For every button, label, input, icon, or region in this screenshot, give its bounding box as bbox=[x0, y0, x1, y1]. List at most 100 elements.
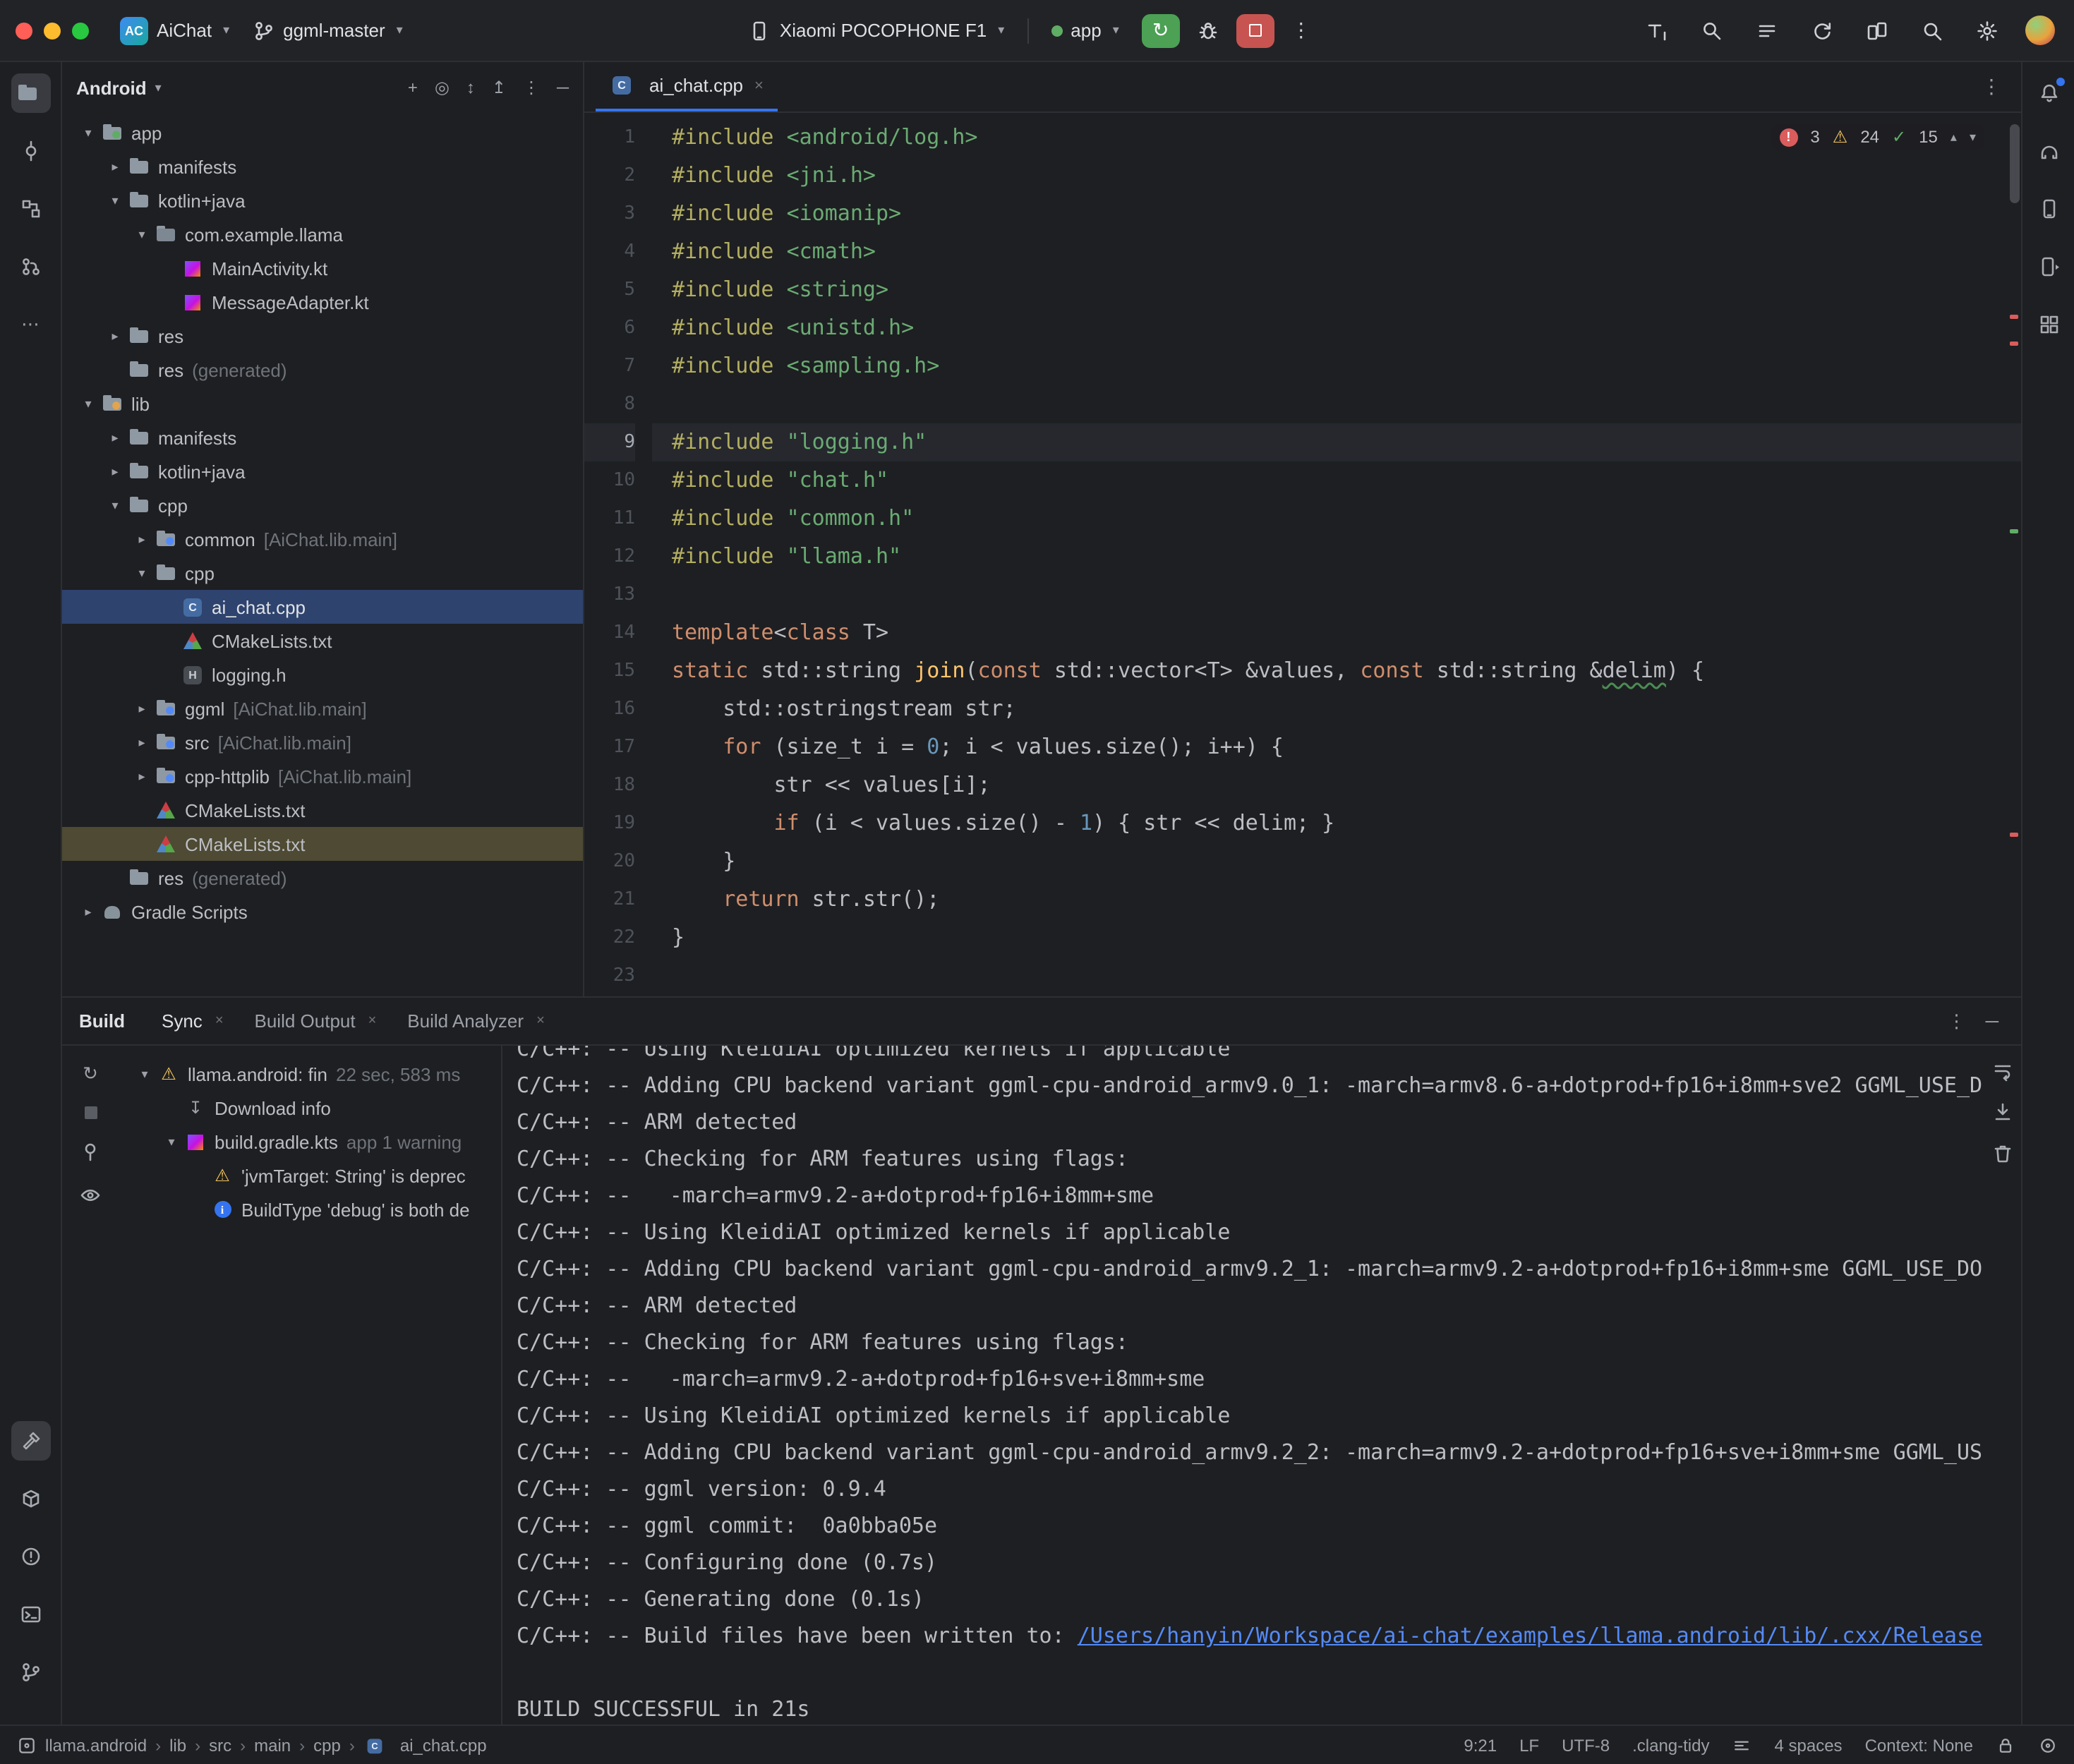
tree-item[interactable]: ▸cpp-httplib[AiChat.lib.main] bbox=[62, 759, 583, 793]
run-configuration-selector[interactable]: app ▾ bbox=[1039, 9, 1130, 52]
line-number[interactable]: 6 bbox=[584, 309, 635, 347]
tree-item[interactable]: ▾app bbox=[62, 116, 583, 150]
breadcrumb-item[interactable]: src bbox=[209, 1735, 231, 1755]
tree-item[interactable]: ▾kotlin+java bbox=[62, 183, 583, 217]
line-number[interactable]: 15 bbox=[584, 652, 635, 690]
more-actions-icon[interactable]: ⋮ bbox=[1286, 18, 1317, 42]
chevron-down-icon[interactable]: ▾ bbox=[76, 396, 100, 411]
structure-tool-button[interactable] bbox=[11, 189, 50, 229]
code-line[interactable]: #include <sampling.h> bbox=[652, 347, 2021, 385]
build-output-link[interactable]: /Users/hanyin/Workspace/ai-chat/examples… bbox=[1078, 1623, 1982, 1648]
add-icon[interactable]: + bbox=[408, 78, 418, 97]
search-everywhere-button[interactable] bbox=[1915, 13, 1949, 47]
gradle-sync-button[interactable] bbox=[1805, 13, 1839, 47]
locate-file-icon[interactable]: ◎ bbox=[435, 78, 450, 97]
rerun-icon[interactable]: ↻ bbox=[83, 1063, 98, 1085]
stop-button[interactable] bbox=[1236, 13, 1274, 47]
chevron-right-icon[interactable]: ▸ bbox=[103, 464, 127, 479]
settings-button[interactable] bbox=[1970, 13, 2004, 47]
error-stripe-mark[interactable] bbox=[2010, 315, 2018, 319]
previous-issue-icon[interactable]: ▴ bbox=[1951, 129, 1957, 145]
line-number[interactable]: 21 bbox=[584, 881, 635, 919]
line-number[interactable]: 9 bbox=[584, 423, 635, 461]
code-line[interactable]: for (size_t i = 0; i < values.size(); i+… bbox=[652, 728, 2021, 766]
code-line[interactable]: #include "llama.h" bbox=[652, 538, 2021, 576]
chevron-down-icon[interactable]: ▾ bbox=[130, 226, 154, 242]
panel-options-icon[interactable]: ⋮ bbox=[523, 78, 540, 97]
build-tool-button[interactable] bbox=[11, 1421, 50, 1461]
code-line[interactable]: #include "logging.h" bbox=[652, 423, 2021, 461]
tree-item[interactable]: MainActivity.kt bbox=[62, 251, 583, 285]
more-tools-button[interactable]: ⋯ bbox=[11, 305, 50, 344]
encoding-widget[interactable]: UTF-8 bbox=[1562, 1735, 1610, 1755]
project-view-selector[interactable]: Android ▾ bbox=[76, 77, 162, 98]
tree-item[interactable]: res(generated) bbox=[62, 353, 583, 387]
tree-item[interactable]: ▸ggml[AiChat.lib.main] bbox=[62, 691, 583, 725]
code-line[interactable]: #include <iomanip> bbox=[652, 195, 2021, 233]
problems-tool-button[interactable] bbox=[11, 1537, 50, 1576]
tree-item[interactable]: CMakeLists.txt bbox=[62, 827, 583, 861]
build-options-icon[interactable]: ⋮ bbox=[1948, 1010, 1966, 1032]
line-number[interactable]: 19 bbox=[584, 804, 635, 842]
line-number[interactable]: 11 bbox=[584, 500, 635, 538]
device-manager-button[interactable] bbox=[2029, 189, 2068, 229]
tree-item[interactable]: ▸Gradle Scripts bbox=[62, 895, 583, 929]
line-number[interactable]: 17 bbox=[584, 728, 635, 766]
code-line[interactable] bbox=[652, 957, 2021, 995]
expand-all-icon[interactable]: ↕ bbox=[466, 78, 475, 97]
indent-widget[interactable]: 4 spaces bbox=[1775, 1735, 1843, 1755]
tree-item[interactable]: ↧Download info bbox=[119, 1091, 501, 1125]
ui-check-button[interactable] bbox=[1695, 13, 1729, 47]
hide-build-panel-icon[interactable]: ─ bbox=[1986, 1010, 1998, 1032]
close-window-button[interactable] bbox=[16, 22, 32, 39]
error-stripe-mark[interactable] bbox=[2010, 833, 2018, 837]
chevron-right-icon[interactable]: ▸ bbox=[130, 701, 154, 716]
pair-devices-button[interactable] bbox=[1860, 13, 1894, 47]
tree-item[interactable]: logging.h bbox=[62, 658, 583, 691]
editor-scrollbar[interactable] bbox=[2010, 124, 2020, 203]
tab-ai-chat-cpp[interactable]: ai_chat.cpp × bbox=[596, 62, 778, 111]
pin-icon[interactable] bbox=[79, 1140, 102, 1163]
commit-tool-button[interactable] bbox=[11, 131, 50, 171]
compose-preview-button[interactable] bbox=[1640, 13, 1674, 47]
caret-position[interactable]: 9:21 bbox=[1464, 1735, 1497, 1755]
tree-item[interactable]: ▾lib bbox=[62, 387, 583, 421]
pull-requests-tool-button[interactable] bbox=[11, 247, 50, 286]
clang-tidy-widget[interactable]: .clang-tidy bbox=[1632, 1735, 1709, 1755]
close-tab-icon[interactable]: × bbox=[754, 77, 764, 94]
chevron-down-icon[interactable]: ▾ bbox=[76, 125, 100, 140]
line-number[interactable]: 1 bbox=[584, 119, 635, 157]
breadcrumb-item[interactable]: cpp bbox=[313, 1735, 341, 1755]
code-line[interactable]: template<class T> bbox=[652, 614, 2021, 652]
tree-item[interactable]: ▸manifests bbox=[62, 421, 583, 454]
eye-icon[interactable] bbox=[79, 1184, 102, 1207]
line-number[interactable]: 8 bbox=[584, 385, 635, 423]
code-line[interactable]: str << values[i]; bbox=[652, 766, 2021, 804]
tree-item[interactable]: ▸manifests bbox=[62, 150, 583, 183]
code-line[interactable]: #include <cmath> bbox=[652, 233, 2021, 271]
tree-item[interactable]: ▾build.gradle.ktsapp 1 warning bbox=[119, 1125, 501, 1159]
chevron-right-icon[interactable]: ▸ bbox=[76, 904, 100, 919]
stop-icon[interactable] bbox=[84, 1106, 97, 1119]
formatting-icon[interactable] bbox=[1732, 1735, 1752, 1755]
code-line[interactable]: #include "chat.h" bbox=[652, 461, 2021, 500]
vcs-branch-widget[interactable]: ggml-master ▾ bbox=[241, 9, 414, 52]
line-number[interactable]: 20 bbox=[584, 842, 635, 881]
line-number[interactable]: 4 bbox=[584, 233, 635, 271]
minimize-window-button[interactable] bbox=[44, 22, 61, 39]
change-stripe-mark[interactable] bbox=[2010, 529, 2018, 533]
line-number[interactable]: 18 bbox=[584, 766, 635, 804]
line-number[interactable]: 23 bbox=[584, 957, 635, 995]
lock-icon[interactable] bbox=[1996, 1735, 2015, 1755]
chevron-down-icon[interactable]: ▾ bbox=[130, 565, 154, 581]
tree-item[interactable]: ▸kotlin+java bbox=[62, 454, 583, 488]
build-tab-build-output[interactable]: Build Output× bbox=[243, 1005, 388, 1037]
code-line[interactable]: #include "common.h" bbox=[652, 500, 2021, 538]
line-number[interactable]: 13 bbox=[584, 576, 635, 614]
project-widget[interactable]: AC AiChat ▾ bbox=[109, 9, 241, 52]
chevron-down-icon[interactable]: ▾ bbox=[103, 497, 127, 513]
hide-panel-icon[interactable]: ─ bbox=[557, 78, 569, 97]
logcat-button[interactable] bbox=[1750, 13, 1784, 47]
chevron-right-icon[interactable]: ▸ bbox=[130, 735, 154, 750]
collapse-all-icon[interactable]: ↥ bbox=[492, 78, 506, 97]
